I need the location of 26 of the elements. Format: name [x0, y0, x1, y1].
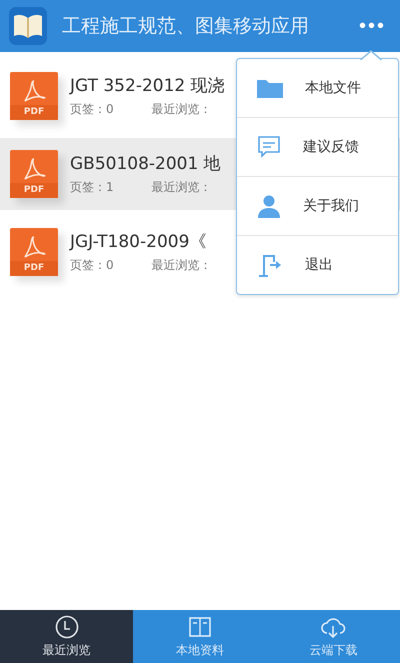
exit-icon	[257, 253, 283, 277]
file-title: JGT 352-2012 现浇	[70, 75, 225, 97]
bookmark-count: 页签：1	[70, 179, 114, 196]
bookmark-count: 页签：0	[70, 101, 114, 118]
book-logo-icon	[8, 6, 48, 46]
pdf-file-icon: PDF	[10, 72, 58, 120]
menu-item[interactable]: 退出	[237, 235, 398, 294]
recent-view-label: 最近浏览：	[152, 179, 212, 196]
pdf-file-icon: PDF	[10, 228, 58, 276]
menu-item[interactable]: 本地文件	[237, 59, 398, 117]
clock-icon	[54, 614, 79, 638]
tab[interactable]: 最近浏览	[0, 610, 134, 663]
folder-icon	[257, 78, 283, 98]
bookmark-count: 页签：0	[70, 257, 114, 274]
file-title: GB50108-2001 地	[70, 153, 221, 175]
menu-item[interactable]: 关于我们	[237, 176, 398, 235]
app-title: 工程施工规范、图集移动应用	[62, 14, 310, 39]
recent-view-label: 最近浏览：	[152, 257, 212, 274]
book-icon	[188, 614, 212, 638]
pdf-file-icon: PDF	[10, 150, 58, 198]
message-icon	[257, 135, 281, 159]
menu-item[interactable]: 建议反馈	[237, 117, 398, 176]
user-icon	[257, 194, 281, 218]
file-title: JGJ-T180-2009《	[70, 231, 208, 253]
recent-view-label: 最近浏览：	[152, 101, 212, 118]
more-button[interactable]: •••	[354, 14, 390, 38]
